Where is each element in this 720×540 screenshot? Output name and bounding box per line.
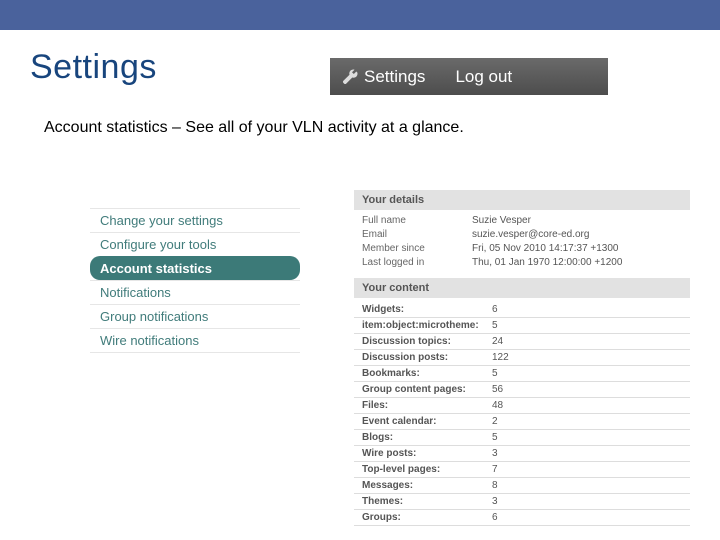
detail-value: Fri, 05 Nov 2010 14:17:37 +1300 — [472, 243, 682, 254]
stat-row: Group content pages:56 — [354, 382, 690, 398]
detail-row: Full nameSuzie Vesper — [354, 214, 690, 228]
stat-value: 5 — [492, 320, 682, 331]
stat-row: Bookmarks:5 — [354, 366, 690, 382]
top-bar — [0, 0, 720, 30]
stat-value: 3 — [492, 448, 682, 459]
nav-pill: Settings Log out — [330, 58, 608, 95]
stat-label: item:object:microtheme: — [362, 320, 492, 331]
stat-label: Themes: — [362, 496, 492, 507]
stat-label: Widgets: — [362, 304, 492, 315]
stat-label: Messages: — [362, 480, 492, 491]
sidebar-item-configure-your-tools[interactable]: Configure your tools — [90, 232, 300, 256]
sidebar-item-label: Change your settings — [100, 213, 223, 228]
stat-value: 2 — [492, 416, 682, 427]
stat-row: Themes:3 — [354, 494, 690, 510]
stat-row: Blogs:5 — [354, 430, 690, 446]
sidebar-item-group-notifications[interactable]: Group notifications — [90, 304, 300, 328]
stat-value: 8 — [492, 480, 682, 491]
settings-sidebar: Change your settings Configure your tools… — [90, 190, 300, 526]
stat-value: 24 — [492, 336, 682, 347]
stat-label: Discussion posts: — [362, 352, 492, 363]
stats-panel: Your details Full nameSuzie VesperEmails… — [354, 190, 690, 526]
stat-value: 122 — [492, 352, 682, 363]
stat-row: Discussion posts:122 — [354, 350, 690, 366]
stat-value: 48 — [492, 400, 682, 411]
sidebar-item-label: Wire notifications — [100, 333, 199, 348]
stat-label: Bookmarks: — [362, 368, 492, 379]
detail-label: Last logged in — [362, 257, 472, 268]
stat-label: Blogs: — [362, 432, 492, 443]
logout-nav-button[interactable]: Log out — [455, 67, 512, 87]
detail-row: Last logged inThu, 01 Jan 1970 12:00:00 … — [354, 256, 690, 270]
stat-value: 7 — [492, 464, 682, 475]
sidebar-item-label: Configure your tools — [100, 237, 216, 252]
stat-value: 6 — [492, 512, 682, 523]
stat-value: 5 — [492, 368, 682, 379]
sidebar-item-account-statistics[interactable]: Account statistics — [90, 256, 300, 280]
stat-row: Top-level pages:7 — [354, 462, 690, 478]
stat-value: 3 — [492, 496, 682, 507]
detail-label: Member since — [362, 243, 472, 254]
stat-row: Messages:8 — [354, 478, 690, 494]
stat-label: Top-level pages: — [362, 464, 492, 475]
detail-value: suzie.vesper@core-ed.org — [472, 229, 682, 240]
stat-row: item:object:microtheme:5 — [354, 318, 690, 334]
content-area: Change your settings Configure your tools… — [90, 190, 690, 526]
detail-row: Emailsuzie.vesper@core-ed.org — [354, 228, 690, 242]
stat-value: 6 — [492, 304, 682, 315]
sidebar-item-label: Notifications — [100, 285, 171, 300]
sidebar-item-label: Group notifications — [100, 309, 208, 324]
stat-label: Event calendar: — [362, 416, 492, 427]
stat-label: Files: — [362, 400, 492, 411]
settings-nav-button[interactable]: Settings — [364, 67, 455, 87]
detail-label: Full name — [362, 215, 472, 226]
sidebar-item-label: Account statistics — [100, 261, 212, 276]
stat-row: Wire posts:3 — [354, 446, 690, 462]
sidebar-item-change-your-settings[interactable]: Change your settings — [90, 208, 300, 232]
stat-label: Groups: — [362, 512, 492, 523]
detail-label: Email — [362, 229, 472, 240]
sidebar-item-notifications[interactable]: Notifications — [90, 280, 300, 304]
wrench-icon — [342, 69, 358, 85]
detail-row: Member sinceFri, 05 Nov 2010 14:17:37 +1… — [354, 242, 690, 256]
stat-label: Group content pages: — [362, 384, 492, 395]
content-header: Your content — [354, 278, 690, 298]
stat-value: 56 — [492, 384, 682, 395]
stat-row: Event calendar:2 — [354, 414, 690, 430]
subtitle-text: Account statistics – See all of your VLN… — [0, 97, 720, 137]
stat-value: 5 — [492, 432, 682, 443]
stat-label: Discussion topics: — [362, 336, 492, 347]
stat-row: Widgets:6 — [354, 302, 690, 318]
sidebar-item-wire-notifications[interactable]: Wire notifications — [90, 328, 300, 353]
stat-row: Files:48 — [354, 398, 690, 414]
detail-value: Thu, 01 Jan 1970 12:00:00 +1200 — [472, 257, 682, 268]
detail-value: Suzie Vesper — [472, 215, 682, 226]
stat-label: Wire posts: — [362, 448, 492, 459]
stat-row: Groups:6 — [354, 510, 690, 526]
details-header: Your details — [354, 190, 690, 210]
stat-row: Discussion topics:24 — [354, 334, 690, 350]
